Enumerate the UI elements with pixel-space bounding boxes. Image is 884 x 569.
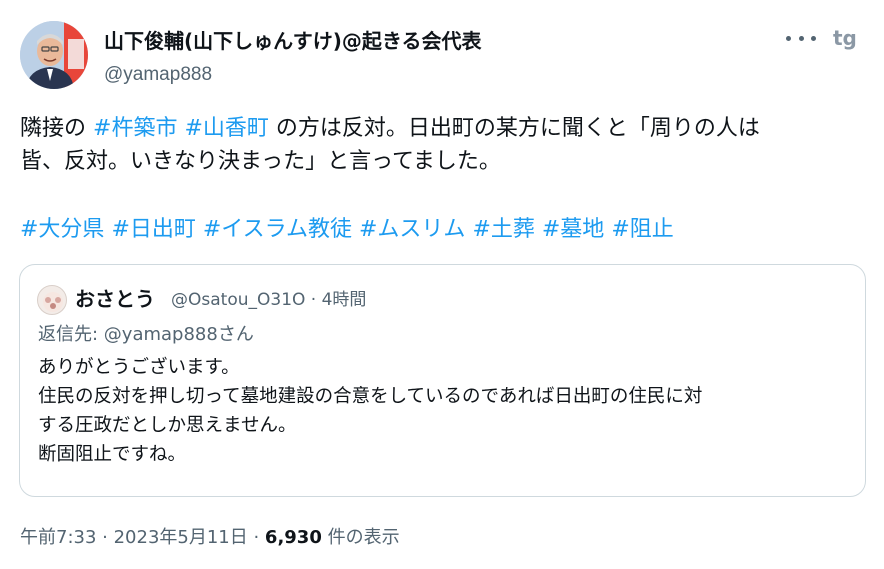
tweet-footer: 午前7:33 · 2023年5月11日 · 6,930 件の表示 [20,525,400,551]
quoted-author-name[interactable]: おさとう [75,286,155,312]
view-count-label: 件の表示 [321,527,400,548]
view-count: 6,930 [264,527,322,548]
dot [798,35,804,41]
reply-to-line: 返信先: @yamap888さん [38,323,254,347]
hashtag-link[interactable]: #日出町 [111,217,195,242]
tweet-text-segment: 隣接の [20,116,87,141]
quoted-line: する圧政だとしか思えません。 [38,415,297,436]
tweet-text: 隣接の #杵築市 #山香町 の方は反対。日出町の某方に聞くと「周りの人は 皆、反… [20,112,870,178]
quoted-author-meta[interactable]: @Osatou_O31O · 4時間 [171,289,366,311]
hashtag-link[interactable]: #阻止 [611,217,673,242]
quoted-tweet-text: ありがとうございます。 住民の反対を押し切って墓地建設の合意をしているのであれば… [38,353,702,469]
quoted-line: ありがとうございます。 [38,357,240,378]
svg-text:tg: tg [833,26,857,50]
more-options-icon[interactable] [786,26,816,50]
brand-logo-icon[interactable]: tg [832,24,862,50]
hashtag-row: #大分県 #日出町 #イスラム教徒 #ムスリム #土葬 #墓地 #阻止 [20,213,674,246]
dot [786,35,791,41]
hashtag-link[interactable]: #杵築市 [93,116,177,141]
quoted-tweet-card[interactable]: おさとう @Osatou_O31O · 4時間 返信先: @yamap888さん… [19,264,866,497]
author-photo [20,21,88,89]
reply-handle[interactable]: @yamap888 [104,324,218,345]
hashtag-link[interactable]: #山香町 [184,116,268,141]
quoted-avatar-image [43,292,63,312]
hashtag-link[interactable]: #イスラム教徒 [203,217,352,242]
quoted-line: 住民の反対を押し切って墓地建設の合意をしているのであれば日出町の住民に対 [38,386,703,407]
hashtag-link[interactable]: #大分県 [20,217,104,242]
quoted-line: 断固阻止ですね。 [38,444,187,465]
author-handle[interactable]: @yamap888 [104,63,481,87]
reply-prefix: 返信先: [38,324,104,345]
tweet-text-segment: の方は反対。日出町の某方に聞くと「周りの人は [275,116,760,141]
tweet-line-1: 隣接の #杵築市 #山香町 の方は反対。日出町の某方に聞くと「周りの人は [20,112,870,145]
author-info: 山下俊輔(山下しゅんすけ)@起きる会代表 @yamap888 [104,29,481,87]
timestamp[interactable]: 午前7:33 · 2023年5月11日 · [20,527,265,548]
hashtag-link[interactable]: #墓地 [542,217,604,242]
hashtag-link[interactable]: #ムスリム [359,217,465,242]
tweet-line-2: 皆、反対。いきなり決まった」と言ってました。 [20,149,501,174]
dot [811,35,816,41]
reply-suffix: さん [217,324,254,345]
author-avatar[interactable] [20,21,88,89]
author-display-name[interactable]: 山下俊輔(山下しゅんすけ)@起きる会代表 [104,29,481,53]
hashtag-link[interactable]: #土葬 [472,217,534,242]
quoted-author-avatar[interactable] [37,285,67,315]
